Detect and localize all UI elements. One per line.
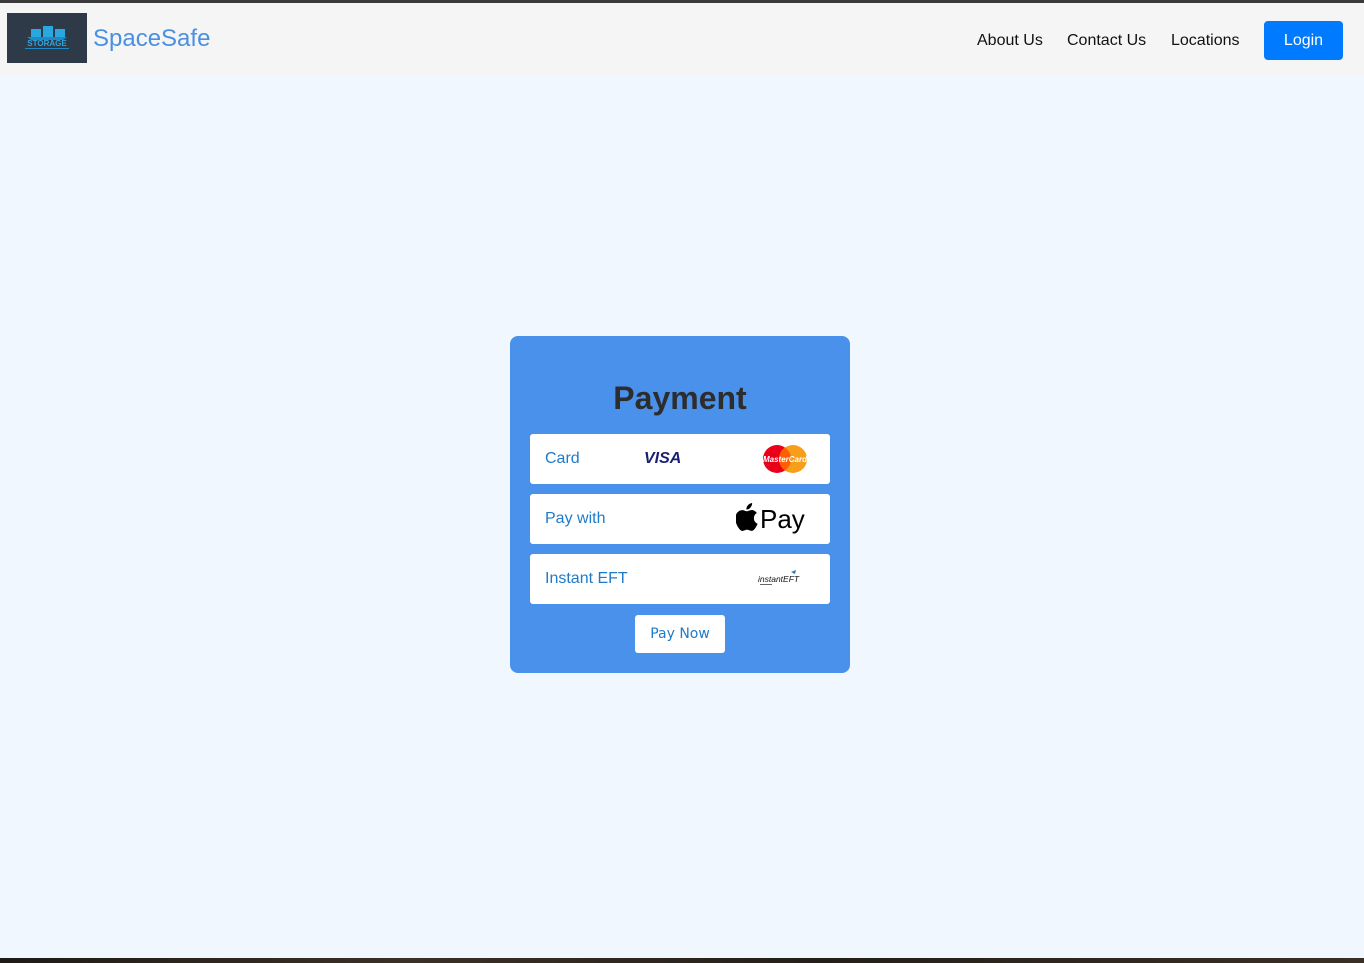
instant-eft-wordmark: instantEFT [758,574,800,584]
login-button[interactable]: Login [1264,21,1343,60]
navbar: STORAGE SpaceSafe About Us Contact Us Lo… [0,3,1364,75]
payment-title: Payment [613,380,747,416]
desktop-background-strip [0,958,1364,963]
visa-logo-icon: VISA [644,450,682,467]
option-label-pay-with: Pay with [545,510,606,527]
payment-option-instant-eft[interactable]: Instant EFT instantEFT [530,554,830,604]
nav-locations[interactable]: Locations [1171,32,1240,50]
option-label-instant-eft: Instant EFT [545,570,628,587]
option-label-card: Card [545,450,580,467]
apple-pay-wordmark: Pay [760,504,805,534]
mastercard-logo-icon: MasterCard [763,445,808,473]
payment-option-card[interactable]: Card VISA MasterCard [530,434,830,484]
instant-eft-logo-icon: instantEFT [758,570,800,585]
apple-pay-logo-icon: Pay [736,503,805,534]
nav-contact-us[interactable]: Contact Us [1067,32,1146,50]
storage-logo-icon: STORAGE [7,13,87,63]
pay-now-button[interactable]: Pay Now [635,615,725,653]
payment-card: Payment Card VISA MasterCard Pay with Pa… [510,336,850,673]
logo-wordmark: STORAGE [27,39,67,48]
brand-name[interactable]: SpaceSafe [93,25,210,53]
site-logo[interactable]: STORAGE [7,13,87,63]
mastercard-wordmark: MasterCard [763,455,808,464]
page: STORAGE SpaceSafe About Us Contact Us Lo… [0,3,1364,958]
payment-option-apple-pay[interactable]: Pay with Pay [530,494,830,544]
nav-about-us[interactable]: About Us [977,32,1043,50]
